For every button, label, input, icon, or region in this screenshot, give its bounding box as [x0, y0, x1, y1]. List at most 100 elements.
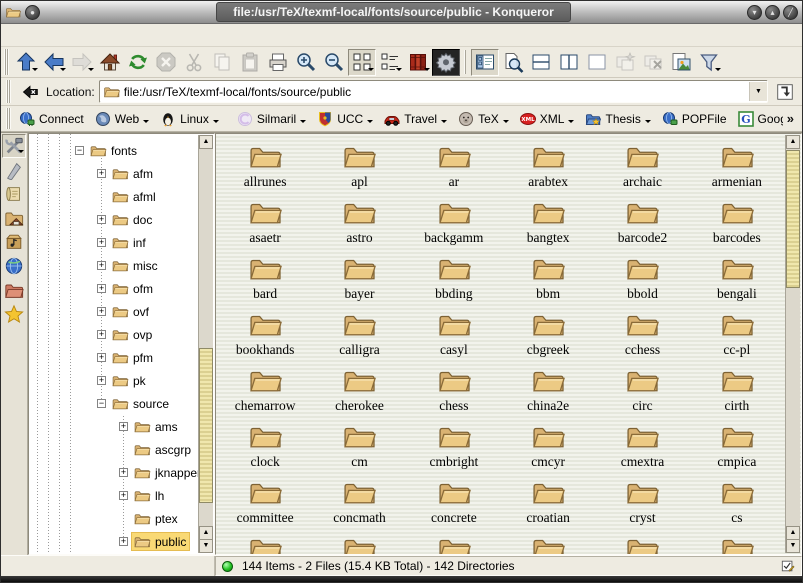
location-toolbar-grip[interactable] [6, 80, 11, 103]
tree-expander[interactable] [97, 215, 106, 224]
tree-item-body[interactable]: pk [110, 372, 149, 389]
tree-item[interactable]: misc [29, 254, 199, 277]
tree-expander[interactable] [97, 330, 106, 339]
menu-item[interactable] [133, 33, 149, 37]
bookmark-ucc[interactable]: UCC [312, 109, 378, 129]
preview-button[interactable] [667, 49, 695, 76]
tree-item[interactable]: public [29, 530, 199, 553]
location-input[interactable] [124, 85, 749, 99]
menu-item[interactable] [151, 33, 167, 37]
folder-item[interactable]: concmath [312, 475, 406, 531]
tree-item-body[interactable]: ovp [110, 326, 155, 343]
sidebar-bookmarks-star-button[interactable] [2, 302, 26, 326]
scroll-down-button[interactable]: ▼ [786, 539, 800, 553]
window-folder-icon[interactable] [5, 5, 21, 19]
folder-item[interactable]: cmextra [595, 419, 689, 475]
tree-item[interactable]: source [29, 392, 199, 415]
tree-item[interactable]: fonts [29, 139, 199, 162]
tree-expander[interactable] [97, 307, 106, 316]
menu-item[interactable] [25, 33, 41, 37]
folder-item[interactable]: bangtex [501, 195, 595, 251]
folder-item[interactable] [501, 531, 595, 554]
sidebar-marker-button[interactable] [2, 158, 26, 182]
tree-expander[interactable] [97, 399, 106, 408]
folder-item[interactable]: armenian [690, 139, 784, 195]
tree-item-body[interactable]: fonts [88, 142, 140, 159]
tree-item-body[interactable]: public [132, 533, 189, 550]
bookmark-tux[interactable]: Linux [155, 109, 224, 129]
tree-item[interactable]: lh [29, 484, 199, 507]
minimize-button[interactable]: ▾ [747, 5, 762, 20]
folder-item[interactable]: barcode2 [595, 195, 689, 251]
tree-item-body[interactable]: afm [110, 165, 156, 182]
tree-item[interactable]: ofm [29, 277, 199, 300]
sidebar-root-folder-button[interactable] [2, 278, 26, 302]
folder-item[interactable]: cmpica [690, 419, 784, 475]
folder-item[interactable] [690, 531, 784, 554]
tree-expander[interactable] [97, 192, 106, 201]
bookmark-lion[interactable]: TeX [453, 109, 514, 129]
folder-item[interactable]: bookhands [218, 307, 312, 363]
bookmark-google[interactable]: Google [733, 109, 783, 129]
paste-button[interactable] [236, 49, 264, 76]
scrollbar-thumb[interactable] [786, 150, 800, 288]
tree-item[interactable]: jknappen [29, 461, 199, 484]
tree-item-body[interactable]: misc [110, 257, 161, 274]
stop-button[interactable] [152, 49, 180, 76]
tree-expander[interactable] [119, 514, 128, 523]
folder-item[interactable]: cbgreek [501, 307, 595, 363]
tree-expander[interactable] [97, 169, 106, 178]
filter-button[interactable] [695, 49, 723, 76]
tree-item-body[interactable]: lh [132, 487, 167, 504]
folder-item[interactable]: bayer [312, 251, 406, 307]
tree-item-body[interactable]: doc [110, 211, 155, 228]
bookmark-connect[interactable]: Connect [14, 109, 89, 129]
folder-item[interactable]: apl [312, 139, 406, 195]
folder-item[interactable]: backgamm [407, 195, 501, 251]
tree-expander[interactable] [97, 238, 106, 247]
tree-item-body[interactable]: inf [110, 234, 149, 251]
folder-item[interactable]: cchess [595, 307, 689, 363]
home-button[interactable] [96, 49, 124, 76]
tree-item[interactable]: ovp [29, 323, 199, 346]
folder-item[interactable]: allrunes [218, 139, 312, 195]
maximize-button[interactable]: ▴ [765, 5, 780, 20]
folder-item[interactable]: cherokee [312, 363, 406, 419]
tree-expander[interactable] [119, 422, 128, 431]
tree-expander[interactable] [97, 284, 106, 293]
folder-item[interactable]: cryst [595, 475, 689, 531]
menu-item[interactable] [115, 33, 131, 37]
main-scrollbar[interactable]: ▲ ▲ ▼ [785, 135, 800, 553]
bookmark-thesis[interactable]: Thesis [580, 109, 655, 129]
folder-item[interactable]: chemarrow [218, 363, 312, 419]
folder-item[interactable]: archaic [595, 139, 689, 195]
folder-item[interactable]: asaetr [218, 195, 312, 251]
folder-item[interactable]: casyl [407, 307, 501, 363]
menu-item[interactable] [61, 33, 77, 37]
location-combobox[interactable]: ▼ [99, 80, 768, 103]
cut-button[interactable] [180, 49, 208, 76]
folder-item[interactable]: cirth [690, 363, 784, 419]
bookmark-xml[interactable]: XML [515, 109, 580, 129]
tree-item-body[interactable]: ovf [110, 303, 152, 320]
tree-expander[interactable] [97, 261, 106, 270]
zoom-out-button[interactable] [320, 49, 348, 76]
tree-item[interactable]: pfm [29, 346, 199, 369]
bookmark-popfile[interactable]: POPFile [657, 109, 732, 129]
copy-button[interactable] [208, 49, 236, 76]
folder-item[interactable]: bbm [501, 251, 595, 307]
location-dropdown-arrow[interactable]: ▼ [749, 82, 767, 101]
folder-item[interactable] [218, 531, 312, 554]
folder-item[interactable]: bengali [690, 251, 784, 307]
tree-expander[interactable] [119, 537, 128, 546]
folder-item[interactable]: cm [312, 419, 406, 475]
bookshelf-button[interactable] [404, 49, 432, 76]
tree-item[interactable]: ams [29, 415, 199, 438]
folder-item[interactable]: cs [690, 475, 784, 531]
tree-item-body[interactable]: jknappen [132, 464, 199, 481]
folder-item[interactable]: ar [407, 139, 501, 195]
bookmark-toolbar-grip[interactable] [6, 108, 11, 129]
scroll-up-button[interactable]: ▲ [199, 135, 213, 149]
sidebar-history-scroll-button[interactable] [2, 182, 26, 206]
new-view-button[interactable] [611, 49, 639, 76]
